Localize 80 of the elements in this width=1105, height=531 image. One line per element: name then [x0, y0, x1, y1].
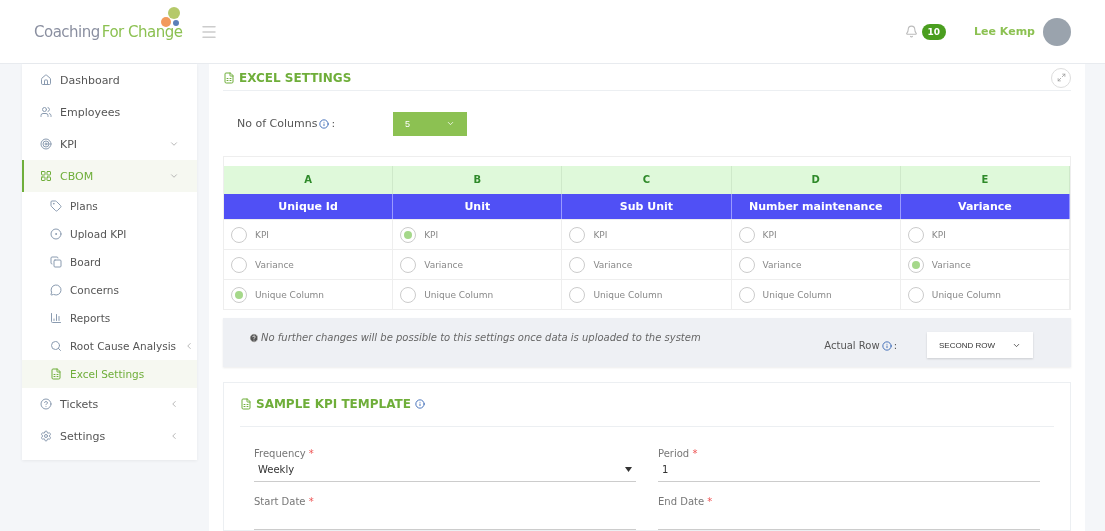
sidebar-item[interactable]: Plans	[22, 192, 197, 220]
grid-icon	[40, 170, 52, 182]
logo: Coaching For Change	[34, 22, 183, 41]
bell-icon[interactable]	[904, 25, 918, 38]
caret-icon	[625, 467, 632, 473]
actual-row-label: Actual Row :	[824, 340, 897, 352]
radio-label: Variance	[931, 259, 971, 270]
radio-label: Variance	[255, 259, 294, 270]
sidebar-item[interactable]: Employees	[22, 96, 197, 128]
info-icon	[881, 340, 892, 351]
spreadsheet-icon	[240, 398, 252, 411]
columns-label: No of Columns :	[237, 117, 337, 130]
radio-label: Unique Column	[931, 289, 1001, 300]
sidebar-item[interactable]: Root Cause Analysis	[22, 332, 197, 360]
sidebar-item[interactable]: Reports	[22, 304, 197, 332]
column-letter: B	[393, 166, 563, 195]
info-icon	[319, 118, 330, 129]
radio-label: KPI	[255, 229, 269, 240]
settings-icon	[40, 430, 52, 442]
home-icon	[40, 74, 52, 86]
field-label: Frequency *	[254, 448, 315, 459]
spreadsheet-icon	[50, 368, 62, 380]
circle-dot-icon	[50, 228, 62, 240]
sidebar-item[interactable]: Tickets	[22, 388, 197, 420]
note-text: No further changes will be possible to this settings once data is uploaded to the system	[249, 332, 825, 344]
radio-label: Variance	[424, 259, 464, 270]
field-label: Start Date *	[254, 496, 315, 507]
chevron-icon	[169, 399, 179, 409]
radio-label: KPI	[424, 229, 439, 240]
radio-label: Variance	[593, 259, 633, 270]
expand-button[interactable]	[1051, 67, 1071, 88]
chevron-icon	[169, 431, 179, 441]
column-header: Unique Id	[224, 194, 394, 220]
radio-label: Unique Column	[424, 289, 494, 300]
select-field[interactable]: Weekly	[254, 459, 636, 482]
actual-row-select[interactable]: SECOND ROW	[927, 332, 1033, 359]
radio-label: Unique Column	[762, 289, 832, 300]
search-icon	[50, 340, 62, 352]
chat-icon	[50, 284, 62, 296]
radio-label: KPI	[931, 229, 946, 240]
field-label: End Date *	[658, 496, 714, 507]
bar-chart-icon	[50, 312, 62, 324]
colon: :	[893, 340, 897, 352]
sidebar-item[interactable]: Settings	[22, 420, 197, 452]
column-header: Sub Unit	[562, 194, 732, 220]
column-header: Variance	[900, 194, 1070, 220]
radio-label: Unique Column	[593, 289, 663, 300]
column-letter: E	[900, 166, 1070, 195]
column-letter: A	[224, 166, 394, 195]
sidebar-item[interactable]: Concerns	[22, 276, 197, 304]
column-header: Unit	[393, 194, 563, 220]
radio-label: Variance	[762, 259, 802, 270]
avatar[interactable]	[1043, 17, 1071, 46]
input-field[interactable]: 1	[658, 459, 1040, 482]
sidebar-item[interactable]: Dashboard	[22, 64, 197, 96]
column-letter: C	[562, 166, 732, 195]
sidebar-item[interactable]: Board	[22, 248, 197, 276]
spreadsheet-icon	[223, 71, 235, 84]
radio-label: KPI	[762, 229, 777, 240]
column-letter: D	[731, 166, 901, 195]
chevron-icon	[169, 139, 179, 149]
chevron-icon	[446, 119, 455, 128]
target-icon	[40, 138, 52, 150]
sidebar-item[interactable]: KPI	[22, 128, 197, 160]
copy-icon	[50, 256, 62, 268]
expand-icon	[1056, 73, 1066, 83]
users-icon	[40, 106, 52, 118]
sidebar-item[interactable]: Upload KPI	[22, 220, 197, 248]
column-header: Number maintenance	[731, 194, 901, 220]
radio-label: Unique Column	[255, 289, 325, 300]
section-title: EXCEL SETTINGS	[223, 70, 352, 85]
field-label: Period *	[658, 448, 699, 459]
help-icon	[249, 332, 259, 343]
info-icon	[414, 399, 425, 410]
help-icon	[40, 398, 52, 410]
colon: :	[331, 117, 336, 130]
notification-count: 10	[921, 23, 947, 40]
radio-label: KPI	[593, 229, 608, 240]
section-title: SAMPLE KPI TEMPLATE	[240, 397, 425, 412]
tag-icon	[50, 200, 62, 212]
